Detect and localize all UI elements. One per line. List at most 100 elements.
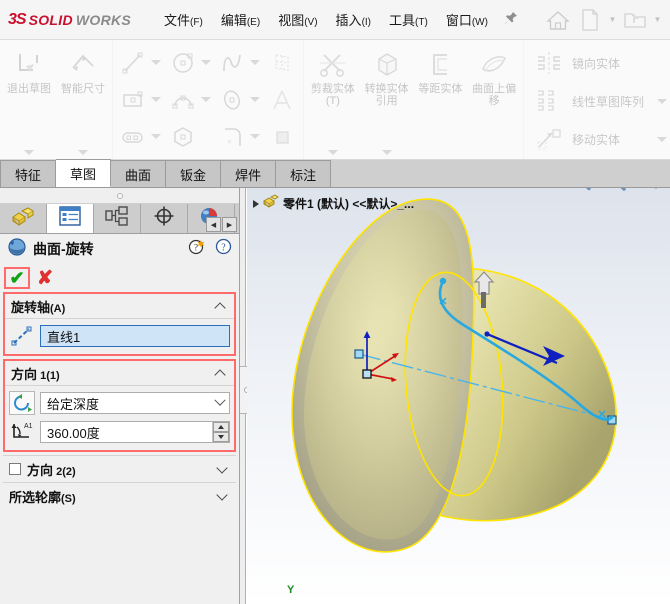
- grid-snap-tool[interactable]: [265, 44, 301, 81]
- open-dropdown-caret[interactable]: ▼: [652, 15, 663, 24]
- angle-input[interactable]: 360.00度: [40, 421, 230, 443]
- mirror-entities-icon: [532, 50, 566, 76]
- menu-file[interactable]: 文件(F): [155, 6, 212, 33]
- axis-selection-field[interactable]: 直线1: [40, 325, 230, 347]
- shaded-area-tool[interactable]: [265, 118, 301, 155]
- menu-insert[interactable]: 插入(I): [327, 6, 380, 33]
- mirror-entities-button[interactable]: 镜向实体: [532, 44, 667, 82]
- tab-annotation-label: 标注: [290, 167, 317, 183]
- help-icon[interactable]: ?: [215, 238, 232, 260]
- confirm-button[interactable]: ✔: [4, 267, 30, 289]
- rectangle-tool[interactable]: [116, 81, 166, 118]
- spline-dropdown-caret[interactable]: [250, 60, 260, 65]
- menu-insert-label: 插入: [335, 13, 362, 28]
- panel-tab-dimxpert[interactable]: [141, 204, 188, 233]
- slot-dropdown-caret[interactable]: [151, 134, 161, 139]
- axis-of-revolution-header[interactable]: 旋转轴(A): [5, 294, 234, 319]
- fillet-dropdown-caret[interactable]: [250, 134, 260, 139]
- offset-on-surface-button[interactable]: 曲面上偏移: [468, 44, 520, 144]
- tab-annotation[interactable]: 标注: [276, 160, 332, 187]
- tree-expand-arrow-icon[interactable]: [253, 199, 259, 208]
- chevron-up-icon[interactable]: [215, 301, 226, 312]
- svg-text:A1: A1: [24, 423, 33, 430]
- panel-tab-property-manager[interactable]: [47, 204, 94, 233]
- tab-features[interactable]: 特征: [0, 160, 57, 187]
- menu-tools[interactable]: 工具(T): [380, 6, 437, 33]
- save-icon[interactable]: [665, 5, 670, 35]
- convert-entities-dropdown[interactable]: [361, 144, 413, 160]
- ellipse-tool[interactable]: [215, 81, 265, 118]
- circle-dropdown-caret[interactable]: [200, 60, 211, 65]
- menu-window[interactable]: 窗口(W): [437, 6, 497, 33]
- exit-sketch-button[interactable]: 退出草图: [3, 44, 55, 144]
- end-condition-combo[interactable]: 给定深度: [40, 392, 230, 414]
- property-manager-title: 曲面-旋转: [33, 241, 94, 257]
- logo-3ds-mark: 3S: [8, 10, 27, 28]
- revolve-direction-icon[interactable]: [9, 391, 35, 415]
- selected-contours-group[interactable]: 所选轮廓(S): [3, 482, 236, 509]
- offset-entities-button[interactable]: 等距实体: [415, 44, 467, 144]
- polygon-tool[interactable]: [166, 118, 216, 155]
- menu-edit[interactable]: 编辑(E): [212, 6, 269, 33]
- direction1-header[interactable]: 方向 1(1): [5, 361, 234, 386]
- move-entities-button[interactable]: 移动实体: [532, 120, 667, 158]
- quick-access-toolbar: ▼ ▼: [543, 5, 670, 35]
- convert-entities-button[interactable]: 转换实体引用: [361, 44, 413, 144]
- pin-icon[interactable]: [503, 10, 519, 30]
- panel-tab-prev-button[interactable]: ◀: [206, 217, 221, 232]
- line-tool[interactable]: [116, 44, 166, 81]
- trim-entities-dropdown[interactable]: [307, 144, 359, 160]
- chevron-down-icon[interactable]: [217, 464, 228, 475]
- direction2-group[interactable]: 方向 2(2): [3, 455, 236, 482]
- spline-tool[interactable]: [215, 44, 265, 81]
- slot-tool[interactable]: [116, 118, 166, 155]
- arc-tool[interactable]: [166, 81, 216, 118]
- arc-dropdown-caret[interactable]: [200, 97, 211, 102]
- panel-splitter[interactable]: [240, 188, 254, 604]
- exit-sketch-dropdown[interactable]: [3, 144, 55, 160]
- line-dropdown-caret[interactable]: [151, 60, 161, 65]
- ellipse-dropdown-caret[interactable]: [250, 97, 260, 102]
- ribbon-toolbar: 退出草图 智能尺寸 剪裁实体(T) 转换实体引用 等距实体 曲面上偏移 镜向实体…: [0, 40, 670, 160]
- tab-sketch[interactable]: 草图: [56, 159, 112, 187]
- panel-tab-feature-manager[interactable]: [0, 204, 47, 233]
- menu-view-mnemonic: (V): [304, 17, 318, 28]
- tab-surfaces[interactable]: 曲面: [111, 160, 167, 187]
- chevron-down-icon[interactable]: [217, 491, 228, 502]
- tab-weldments[interactable]: 焊件: [221, 160, 277, 187]
- circle-tool[interactable]: [166, 44, 216, 81]
- direction2-checkbox[interactable]: [9, 463, 21, 475]
- panel-tab-configuration-manager[interactable]: [94, 204, 141, 233]
- section-view-button[interactable]: [636, 188, 666, 196]
- flyout-feature-tree-root[interactable]: 零件1 (默认) <<默认>_...: [253, 194, 414, 213]
- linear-pattern-dropdown-caret[interactable]: [657, 98, 667, 104]
- cancel-button x-icon[interactable]: ✘: [37, 269, 53, 288]
- zoom-to-fit-button[interactable]: [564, 188, 594, 196]
- zoom-to-area-button[interactable]: [600, 188, 630, 196]
- graphics-viewport[interactable]: 零件1 (默认) <<默认>_... Y: [247, 188, 670, 604]
- trim-entities-button[interactable]: 剪裁实体(T): [307, 44, 359, 144]
- linear-sketch-pattern-button[interactable]: 线性草图阵列: [532, 82, 667, 120]
- menu-edit-label: 编辑: [220, 13, 247, 28]
- menu-item-list: 文件(F) 编辑(E) 视图(V) 插入(I) 工具(T) 窗口(W): [155, 6, 519, 33]
- menu-view[interactable]: 视图(V): [269, 6, 326, 33]
- help-whatsnew-icon[interactable]: ?: [188, 238, 205, 260]
- move-entities-dropdown-caret[interactable]: [657, 136, 667, 142]
- angle-stepper-up[interactable]: [213, 422, 229, 432]
- chevron-up-icon[interactable]: [215, 368, 226, 379]
- text-tool[interactable]: [265, 81, 301, 118]
- smart-dimension-dropdown[interactable]: [57, 144, 109, 160]
- new-document-icon[interactable]: [575, 5, 605, 35]
- angle-stepper[interactable]: [212, 422, 229, 442]
- open-folder-icon[interactable]: [620, 5, 650, 35]
- rectangle-dropdown-caret[interactable]: [151, 97, 161, 102]
- smart-dimension-button[interactable]: 智能尺寸: [57, 44, 109, 144]
- tab-sheetmetal[interactable]: 钣金: [166, 160, 222, 187]
- panel-collapse-strip[interactable]: [0, 188, 239, 204]
- chevron-down-icon[interactable]: [211, 393, 229, 413]
- panel-tab-next-button[interactable]: ▶: [222, 217, 237, 232]
- angle-stepper-down[interactable]: [213, 432, 229, 442]
- sketch-fillet-tool[interactable]: [215, 118, 265, 155]
- home-icon[interactable]: [543, 5, 573, 35]
- new-document-dropdown-caret[interactable]: ▼: [607, 15, 618, 24]
